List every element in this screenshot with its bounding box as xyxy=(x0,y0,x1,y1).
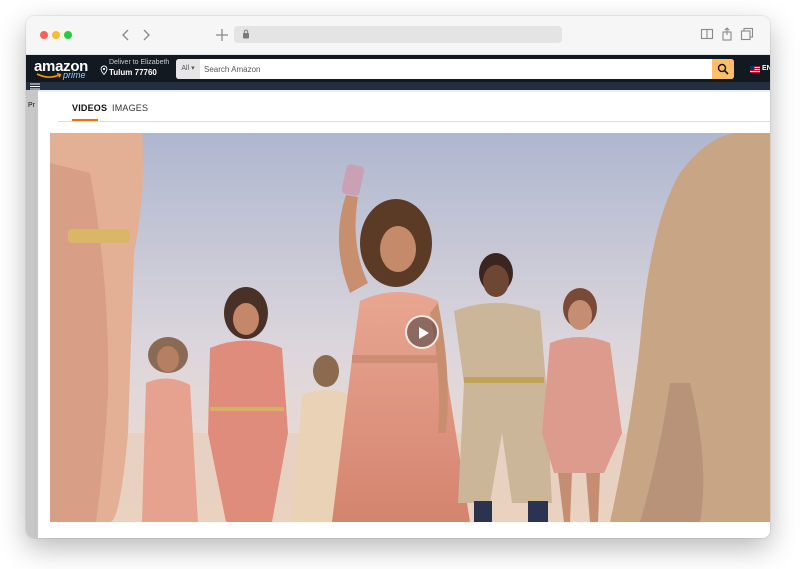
tab-images[interactable]: IMAGES xyxy=(112,103,148,113)
smile-arrow-icon xyxy=(36,73,62,78)
video-player[interactable] xyxy=(50,133,770,522)
deliver-location: Tulum 77760 xyxy=(109,68,157,77)
search-bar: All ▾ xyxy=(176,59,734,79)
tabs-icon xyxy=(740,27,754,41)
browser-window: amazon prime Deliver to Elizabeth Tulum … xyxy=(26,16,770,538)
search-category-label: All xyxy=(181,65,190,72)
menu-icon[interactable] xyxy=(30,83,40,90)
amazon-subnav xyxy=(26,82,770,90)
tab-videos[interactable]: VIDEOS xyxy=(72,103,107,113)
search-button[interactable] xyxy=(712,59,734,79)
tabs-overview-button[interactable] xyxy=(740,27,754,41)
chevron-right-icon xyxy=(143,29,150,41)
deliver-label: Deliver to Elizabeth xyxy=(109,59,170,66)
back-button[interactable] xyxy=(118,27,134,43)
browser-toolbar xyxy=(26,16,770,55)
new-tab-button[interactable] xyxy=(214,27,230,43)
reader-view-button[interactable] xyxy=(700,27,714,41)
page-left-strip xyxy=(26,90,38,538)
amazon-prime-logo[interactable]: amazon prime xyxy=(34,58,96,80)
search-icon xyxy=(717,63,729,75)
book-icon xyxy=(700,28,714,40)
chevron-left-icon xyxy=(122,29,129,41)
media-viewer-modal: VIDEOS IMAGES xyxy=(38,92,770,538)
search-category-select[interactable]: All ▾ xyxy=(176,59,200,79)
close-window-button[interactable] xyxy=(40,31,48,39)
play-icon xyxy=(419,327,429,339)
lock-icon xyxy=(243,29,249,39)
minimize-window-button[interactable] xyxy=(52,31,60,39)
plus-icon xyxy=(216,29,228,41)
location-pin-icon xyxy=(100,65,108,75)
play-button[interactable] xyxy=(405,315,439,349)
language-label: EN xyxy=(762,65,770,72)
share-button[interactable] xyxy=(720,27,734,41)
us-flag-icon xyxy=(750,66,760,73)
logo-prime-text: prime xyxy=(63,70,86,80)
share-icon xyxy=(722,27,732,41)
search-input[interactable] xyxy=(202,59,706,79)
forward-button[interactable] xyxy=(138,27,154,43)
page-left-fragment: Pr xyxy=(28,102,35,109)
zoom-window-button[interactable] xyxy=(64,31,72,39)
address-bar[interactable] xyxy=(234,26,562,43)
amazon-header: amazon prime Deliver to Elizabeth Tulum … xyxy=(26,55,770,82)
tab-divider xyxy=(58,121,770,122)
